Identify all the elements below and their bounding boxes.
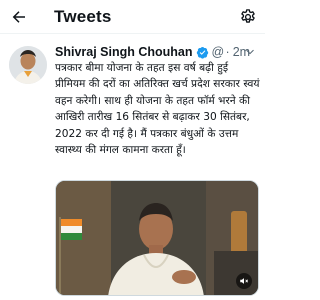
- author-handle[interactable]: @: [212, 45, 224, 59]
- gear-icon: [241, 9, 255, 23]
- tweet-video[interactable]: [55, 180, 259, 296]
- avatar-image: [9, 46, 47, 84]
- chevron-down-icon: [246, 49, 254, 55]
- arrow-left-icon: [12, 11, 25, 23]
- author-name[interactable]: Shivraj Singh Chouhan: [55, 45, 193, 59]
- mute-button[interactable]: [236, 273, 252, 289]
- verified-badge-icon: [196, 46, 209, 59]
- video-thumbnail: [56, 181, 258, 295]
- page-title: Tweets: [54, 7, 112, 26]
- more-options-button[interactable]: [241, 43, 259, 61]
- speaker-mute-icon: [240, 278, 249, 284]
- tweet[interactable]: Shivraj Singh Chouhan @ · 2m पत्रकार बीम…: [0, 35, 265, 300]
- back-button[interactable]: [8, 6, 30, 28]
- tweet-text: पत्रकार बीमा योजना के तहत इस वर्ष बढ़ी ह…: [55, 62, 260, 157]
- avatar[interactable]: [9, 46, 47, 84]
- tweet-header: Shivraj Singh Chouhan @ · 2m: [55, 43, 265, 61]
- top-app-bar: Tweets: [0, 0, 265, 34]
- separator-dot: ·: [225, 45, 230, 59]
- settings-button[interactable]: [238, 7, 258, 27]
